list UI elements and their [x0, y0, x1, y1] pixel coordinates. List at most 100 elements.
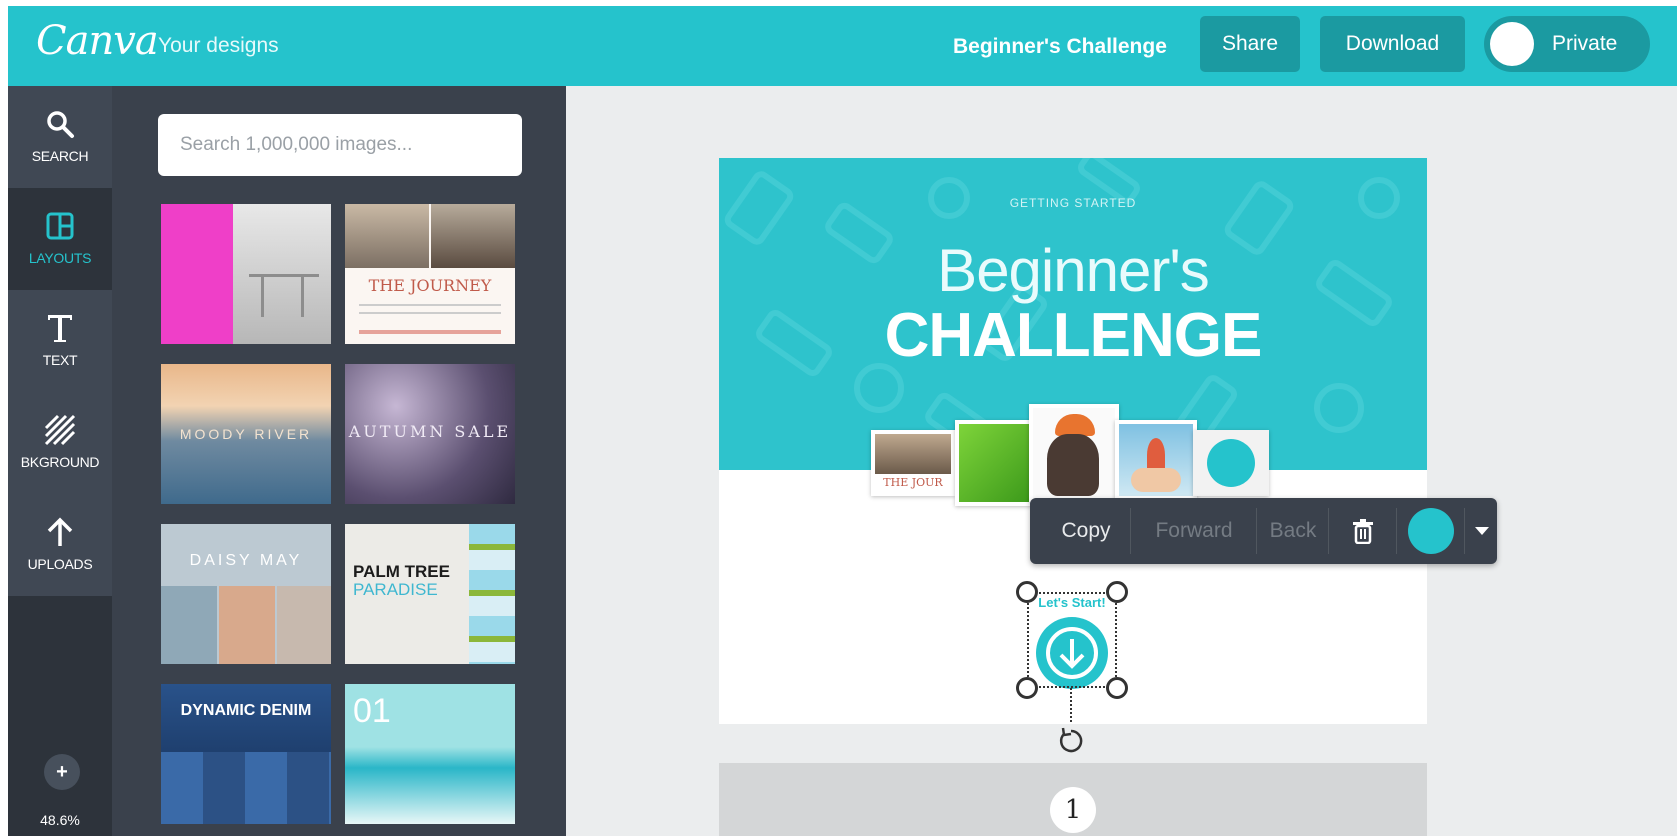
headline-bold[interactable]: CHALLENGE [719, 300, 1427, 371]
photo-tile [161, 586, 217, 664]
rail-label: BKGROUND [20, 454, 100, 470]
photo-caption: THE JOUR [883, 476, 943, 489]
rail-item-background[interactable]: BKGROUND [8, 392, 112, 494]
back-button[interactable]: Back [1258, 498, 1328, 564]
search-icon [38, 104, 82, 144]
download-button[interactable]: Download [1320, 16, 1465, 72]
pink-band [161, 204, 233, 344]
divider [1256, 508, 1257, 554]
denim-photos [161, 752, 331, 824]
layout-text: THE JOURNEY [368, 276, 492, 295]
layout-thumbnail[interactable] [161, 204, 331, 344]
rail-label: SEARCH [31, 148, 89, 164]
layout-thumbnail[interactable]: DAISY MAY [161, 524, 331, 664]
road-photo [345, 204, 429, 268]
background-icon [38, 410, 82, 450]
more-options-button[interactable] [1466, 498, 1497, 564]
rail-label: LAYOUTS [28, 250, 92, 266]
photo-tile [277, 586, 331, 664]
image-search[interactable] [158, 114, 522, 176]
layout-text: MOODY RIVER [179, 426, 313, 442]
icecream-cone [1147, 438, 1165, 472]
layout-text: 01 [353, 692, 391, 730]
layout-thumbnail[interactable]: PALM TREE PARADISE [345, 524, 515, 664]
macaron-photo [219, 586, 275, 664]
grass-image [959, 424, 1029, 502]
resize-handle[interactable] [1106, 581, 1128, 603]
upload-icon [38, 512, 82, 552]
rail-item-search[interactable]: SEARCH [8, 86, 112, 188]
grass-photo[interactable] [955, 420, 1033, 506]
headline-light[interactable]: Beginner's [719, 236, 1427, 305]
road-photo [875, 434, 951, 474]
rail-item-uploads[interactable]: UPLOADS [8, 494, 112, 596]
element-toolbar: Copy Forward Back [1030, 498, 1497, 564]
divider [1464, 508, 1465, 554]
resize-handle[interactable] [1106, 677, 1128, 699]
journey-photo[interactable]: THE JOUR [871, 430, 955, 496]
layout-text: DAISY MAY [189, 552, 303, 569]
pier-post [301, 277, 304, 317]
rail-item-layouts[interactable]: LAYOUTS [8, 188, 112, 290]
circle-shape-tile[interactable] [1193, 430, 1269, 496]
pier-line [249, 274, 319, 277]
layout-thumbnail[interactable]: MOODY RIVER [161, 364, 331, 504]
text-line [359, 304, 501, 306]
monkey-image [1033, 408, 1115, 498]
teal-circle [1207, 439, 1255, 487]
orange-cap [1055, 414, 1095, 436]
document-title[interactable]: Beginner's Challenge [953, 35, 1167, 59]
zoom-level[interactable]: 48.6% [8, 812, 112, 828]
color-picker-button[interactable] [1398, 498, 1464, 564]
text-icon [38, 308, 82, 348]
selection-box [1027, 592, 1117, 688]
pier-post [261, 277, 264, 317]
icecream-photo[interactable] [1115, 420, 1197, 500]
chevron-down-icon [1474, 527, 1489, 535]
toggle-knob [1490, 22, 1534, 66]
your-designs-link[interactable]: Your designs [158, 34, 279, 58]
layout-thumbnail[interactable]: DYNAMIC DENIM [161, 684, 331, 824]
rail-spacer [8, 596, 112, 836]
layout-text: AUTUMN SALE [348, 422, 512, 441]
layout-thumbnail[interactable]: THE JOURNEY [345, 204, 515, 344]
delete-button[interactable] [1330, 498, 1396, 564]
design-page-2[interactable]: 1 [719, 763, 1427, 836]
canva-editor: Canva Your designs Beginner's Challenge … [0, 0, 1677, 836]
layouts-icon [38, 206, 82, 246]
triangle-pattern [469, 524, 515, 664]
privacy-toggle[interactable]: Private [1484, 16, 1650, 72]
hand [1131, 468, 1181, 492]
resize-handle[interactable] [1016, 581, 1038, 603]
share-button[interactable]: Share [1200, 16, 1300, 72]
accent-bar [359, 330, 501, 334]
kicker-text[interactable]: GETTING STARTED [719, 196, 1427, 210]
copy-button[interactable]: Copy [1042, 498, 1130, 564]
add-page-button[interactable]: + [44, 754, 80, 790]
monkey-photo[interactable] [1029, 404, 1119, 502]
text-line [359, 312, 501, 314]
top-bar: Canva Your designs Beginner's Challenge … [8, 6, 1677, 86]
layouts-panel: THE JOURNEY MOODY RIVER AUTUMN SALE DAIS… [112, 86, 566, 836]
side-rail: SEARCH LAYOUTS TEXT BKGROUND UPLOADS + 4… [8, 86, 112, 836]
forward-button[interactable]: Forward [1132, 498, 1256, 564]
rail-label: TEXT [42, 352, 78, 368]
icecream-image [1119, 424, 1193, 496]
monkey-body [1047, 434, 1099, 496]
resize-handle[interactable] [1016, 677, 1038, 699]
layout-thumbnail[interactable]: AUTUMN SALE [345, 364, 515, 504]
divider [1328, 508, 1329, 554]
trash-icon [1353, 519, 1373, 544]
search-input[interactable] [158, 114, 522, 176]
rotate-icon[interactable] [1054, 724, 1088, 758]
divider [1396, 508, 1397, 554]
shoes-photo [431, 204, 515, 268]
layout-thumbnail[interactable]: 01 [345, 684, 515, 824]
rotation-guide [1070, 688, 1072, 722]
page-number-badge: 1 [1050, 787, 1096, 833]
canva-logo[interactable]: Canva [36, 18, 159, 64]
divider [1130, 508, 1131, 554]
rail-item-text[interactable]: TEXT [8, 290, 112, 392]
color-swatch [1408, 508, 1454, 554]
rail-label: UPLOADS [27, 556, 93, 572]
